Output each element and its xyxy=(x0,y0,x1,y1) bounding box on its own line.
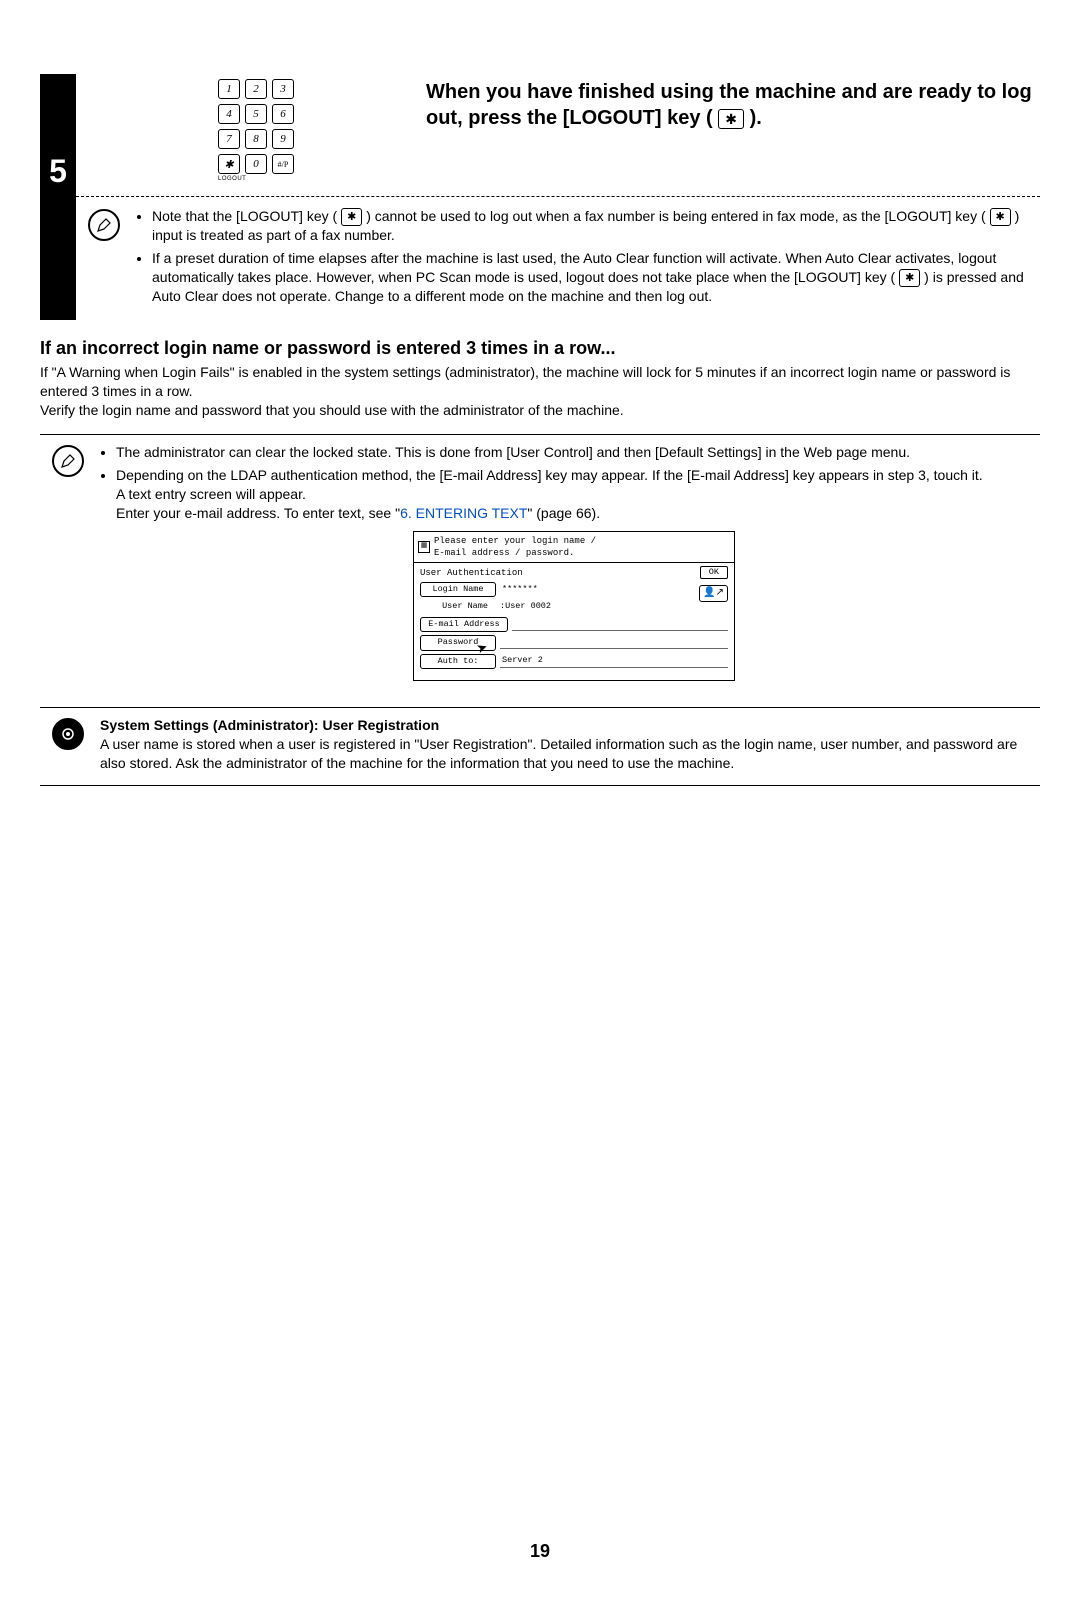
admin-note-box: The administrator can clear the locked s… xyxy=(40,434,1040,708)
dialog-icon: ▦ xyxy=(418,541,430,553)
key-1: 1 xyxy=(218,79,240,99)
admin-note-text: The administrator can clear the locked s… xyxy=(100,443,1032,695)
key-2: 2 xyxy=(245,79,267,99)
pencil-note-icon xyxy=(88,209,120,241)
system-settings-note: System Settings (Administrator): User Re… xyxy=(40,708,1040,786)
entering-text-link[interactable]: 6. ENTERING TEXT xyxy=(400,505,527,521)
step-number: 5 xyxy=(49,153,67,190)
auth-to-value: Server 2 xyxy=(500,655,728,667)
star-key-icon: ✱ xyxy=(990,208,1011,226)
key-6: 6 xyxy=(272,104,294,124)
user-name-label: User Name xyxy=(420,600,494,613)
user-name-value: :User 0002 xyxy=(498,601,728,612)
key-9: 9 xyxy=(272,129,294,149)
ok-button[interactable]: OK xyxy=(700,566,728,579)
step-instruction: When you have finished using the machine… xyxy=(426,74,1040,182)
key-3: 3 xyxy=(272,79,294,99)
key-7: 7 xyxy=(218,129,240,149)
logout-label: LOGOUT xyxy=(218,176,294,182)
email-address-button[interactable]: E-mail Address xyxy=(420,617,508,632)
password-value xyxy=(500,637,728,649)
user-select-icon[interactable]: 👤↗ xyxy=(699,585,728,603)
login-name-button[interactable]: Login Name xyxy=(420,582,496,597)
pencil-note-icon xyxy=(52,445,84,477)
star-key-inline: ✱ xyxy=(718,109,744,129)
system-settings-text: System Settings (Administrator): User Re… xyxy=(100,716,1032,773)
gear-icon xyxy=(52,718,84,750)
key-5: 5 xyxy=(245,104,267,124)
section-heading: If an incorrect login name or password i… xyxy=(40,338,1040,359)
sys-note-heading: System Settings (Administrator): User Re… xyxy=(100,717,439,733)
key-0: 0 xyxy=(245,154,267,174)
keypad-illustration: 1 2 3 4 5 6 7 8 9 ✱ 0 #/P xyxy=(86,74,426,182)
star-key-icon: ✱ xyxy=(899,269,920,287)
key-4: 4 xyxy=(218,104,240,124)
star-key-icon: ✱ xyxy=(341,208,362,226)
key-star: ✱ xyxy=(218,154,240,174)
dashed-separator xyxy=(76,196,1040,197)
auth-title: User Authentication xyxy=(420,567,728,579)
email-value xyxy=(512,619,728,631)
auth-dialog-screenshot: ▦ Please enter your login name / E-mail … xyxy=(413,531,735,682)
page-number: 19 xyxy=(0,1541,1080,1562)
step-notes: Note that the [LOGOUT] key ( ✱ ) cannot … xyxy=(136,207,1032,310)
key-hash-p: #/P xyxy=(272,154,294,174)
login-name-value: ******* xyxy=(500,584,728,595)
step-number-bar: 5 xyxy=(40,74,76,320)
section-body: If "A Warning when Login Fails" is enabl… xyxy=(40,363,1040,420)
key-8: 8 xyxy=(245,129,267,149)
